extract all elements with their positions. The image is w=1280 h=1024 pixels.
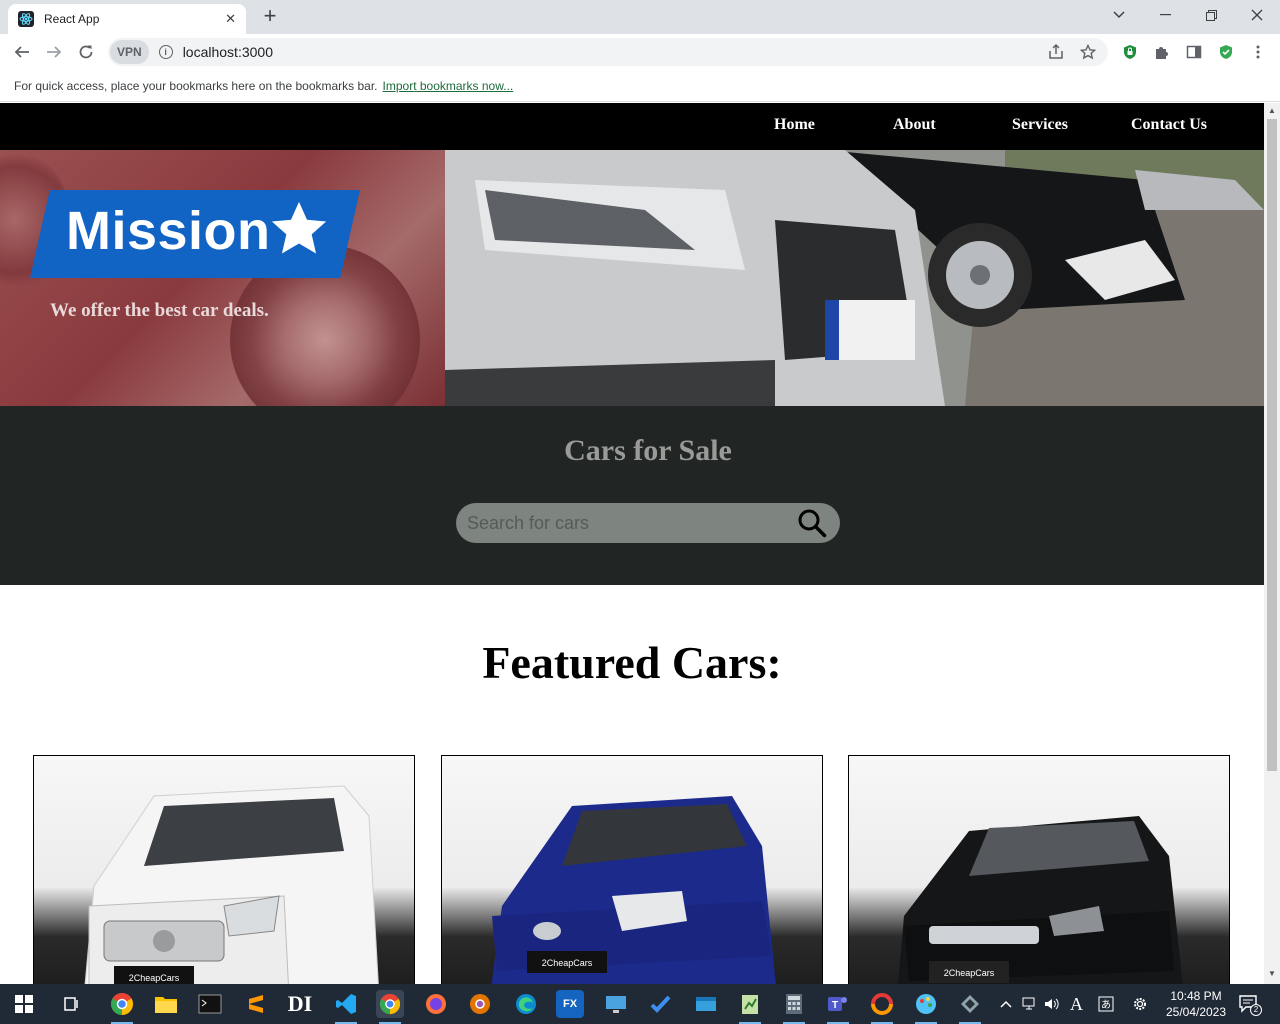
windows-taskbar: DI FX T A あ 10:48 PM 25/04/2023 2 [0,984,1280,1024]
firefox-icon[interactable] [422,990,450,1018]
close-window-button[interactable] [1234,0,1280,30]
ime-icon[interactable]: あ [1098,984,1114,1024]
chrome-canary-icon[interactable] [466,990,494,1018]
restore-button[interactable] [1188,0,1234,30]
share-icon[interactable] [1048,38,1064,66]
import-bookmarks-link[interactable]: Import bookmarks now... [383,79,514,93]
bookmark-star-icon[interactable] [1080,38,1096,66]
mission-logo-text: Mission [66,201,271,261]
reload-icon[interactable] [74,40,98,64]
car-photo-blue-hatchback: 2CheapCars [491,796,776,984]
notification-count-badge: 2 [1250,1004,1262,1016]
remote-desktop-icon[interactable] [602,990,630,1018]
browser-toolbar: VPN i localhost:3000 [0,34,1280,70]
terminal-icon[interactable] [196,990,224,1018]
browser-tab-strip: React App ✕ + [0,0,1280,34]
close-tab-icon[interactable]: ✕ [225,11,236,27]
hero-tagline: We offer the best car deals. [50,300,269,321]
minimize-button[interactable] [1142,0,1188,30]
car-plate-text: 2CheapCars [944,968,995,978]
page-scrollbar[interactable]: ▲ ▼ [1264,103,1280,984]
search-input[interactable] [467,512,777,534]
car-plate-text: 2CheapCars [129,973,180,983]
network-icon[interactable] [1022,984,1038,1024]
tab-title: React App [44,12,100,26]
settings-gear-icon[interactable] [1131,984,1149,1024]
scroll-up-icon[interactable]: ▲ [1268,106,1276,115]
notepad-icon[interactable] [736,990,764,1024]
nav-services-link[interactable]: Services [1012,116,1068,134]
nav-contact-link[interactable]: Contact Us [1131,116,1207,134]
nav-home-link[interactable]: Home [774,116,815,134]
sublime-text-icon[interactable] [242,990,270,1018]
page-viewport: Home About Services Contact Us Mission W… [0,103,1264,984]
nav-about-link[interactable]: About [893,116,936,134]
vpn-badge[interactable]: VPN [110,40,149,64]
vscode-icon[interactable] [332,990,360,1024]
volume-icon[interactable] [1044,984,1060,1024]
car-plate-text: 2CheapCars [542,958,593,968]
car-card-toyota[interactable]: 2CheapCars [441,755,823,984]
star-icon [271,201,327,254]
hero-banner: Mission We offer the best car deals. [0,150,1264,406]
vpn-app-icon[interactable] [956,990,984,1024]
react-icon [18,11,34,27]
edge-icon[interactable] [512,990,540,1018]
taskbar-clock[interactable]: 10:48 PM 25/04/2023 [1160,988,1232,1020]
task-view-icon[interactable] [58,990,86,1018]
scroll-down-icon[interactable]: ▼ [1268,969,1276,978]
site-info-icon[interactable]: i [158,45,173,59]
svg-text:あ: あ [1101,999,1111,1011]
calculator-icon[interactable] [780,990,808,1024]
cars-for-sale-section: Cars for Sale [0,406,1264,585]
todo-icon[interactable] [646,990,674,1018]
fx-choice-icon[interactable]: FX [556,990,584,1018]
site-navbar: Home About Services Contact Us [0,103,1264,150]
chrome-profile-icon[interactable] [108,990,136,1024]
featured-cars-title: Featured Cars: [482,637,782,688]
show-hidden-icons-icon[interactable] [1000,984,1012,1024]
chrome-icon[interactable] [376,990,404,1024]
scrollbar-thumb[interactable] [1267,119,1277,771]
car-card-nissan[interactable]: 2CheapCars [33,755,415,984]
car-photo-white-van: 2CheapCars [84,785,379,984]
clock-time: 10:48 PM [1170,989,1222,1003]
address-bar[interactable]: VPN i localhost:3000 [108,38,1108,66]
bookmarks-bar: For quick access, place your bookmarks h… [0,70,1280,102]
windows-start-icon[interactable] [10,990,38,1018]
browser-tab[interactable]: React App ✕ [8,4,246,34]
car-card-honda[interactable]: 2CheapCars [848,755,1230,984]
hero-red-car-photo [0,150,445,406]
extensions-puzzle-icon[interactable] [1152,42,1172,62]
hero-cars-photo [445,150,1264,406]
app-window-icon[interactable] [692,990,720,1018]
notification-center-icon[interactable]: 2 [1238,984,1262,1024]
clock-date: 25/04/2023 [1165,1005,1227,1019]
browser-menu-icon[interactable] [1248,42,1268,62]
teams-icon[interactable]: T [824,990,852,1024]
svg-text:T: T [832,1000,838,1011]
input-language-icon[interactable]: A [1070,984,1083,1024]
side-panel-icon[interactable] [1184,42,1204,62]
search-icon[interactable] [796,507,828,539]
url-text[interactable]: localhost:3000 [183,44,273,60]
shield-extension-icon[interactable] [1120,42,1140,62]
tab-search-icon[interactable] [1096,0,1142,30]
di-app-icon[interactable]: DI [286,990,314,1018]
bookmarks-hint: For quick access, place your bookmarks h… [14,78,378,93]
cars-for-sale-title: Cars for Sale [564,434,732,467]
new-tab-button[interactable]: + [258,5,282,29]
adblock-shield-icon[interactable] [1216,42,1236,62]
file-explorer-icon[interactable] [152,990,180,1018]
paint-icon[interactable] [912,990,940,1024]
back-icon[interactable] [10,40,34,64]
forward-icon[interactable] [42,40,66,64]
car-photo-black-hatchback: 2CheapCars [898,816,1183,984]
search-bar [456,503,840,543]
git-client-icon[interactable] [868,990,896,1024]
